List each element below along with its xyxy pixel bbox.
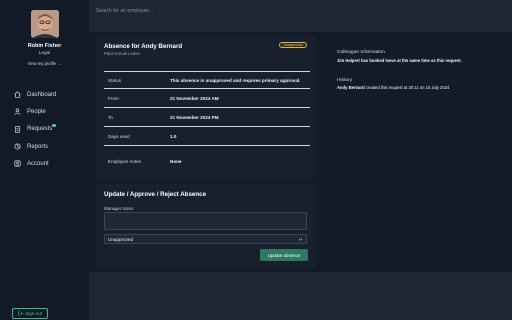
- detail-value: 1.0: [170, 134, 177, 139]
- manager-notes-field[interactable]: [104, 212, 307, 230]
- nav-label: Reports: [27, 143, 49, 150]
- history-text: Andy Bernard created this request at 20:…: [337, 85, 449, 90]
- detail-row-employee-notes: Employee notes None: [104, 152, 310, 170]
- update-absence-button[interactable]: Update absence: [260, 249, 308, 261]
- chevron-down-icon: [298, 238, 303, 241]
- manager-notes-label: Manager notes: [104, 206, 134, 211]
- nav-label: People: [27, 108, 46, 115]
- detail-value: 21 November 2024 AM: [170, 96, 219, 101]
- absence-type: Paid Annual Leave: [104, 51, 140, 56]
- nav-label: Dashboard: [27, 91, 57, 98]
- detail-row-days-used: Days used 1.0: [104, 128, 310, 146]
- absence-title: Absence for Andy Bernard: [104, 43, 183, 50]
- history-employee: Andy Bernard: [337, 85, 365, 90]
- history-title: History: [337, 78, 353, 83]
- avatar[interactable]: [31, 10, 59, 38]
- document-icon: [14, 126, 21, 133]
- sidebar: Robin Fisher Legal View my profile → Das…: [0, 0, 89, 320]
- profile-role: Legal: [38, 50, 51, 55]
- history-detail: created this request at 20:11 on 15 July…: [364, 85, 450, 90]
- nav-item-account[interactable]: Account: [14, 155, 56, 172]
- sign-out-icon: [18, 311, 23, 316]
- profile-name: Robin Fisher: [27, 43, 62, 49]
- absence-details-card: Absence for Andy Bernard Paid Annual Lea…: [96, 37, 316, 178]
- colleague-info-text: Jim Halpert has booked leave at the same…: [337, 58, 462, 63]
- sign-out-label: Sign out: [25, 311, 42, 316]
- nav-label: Requests: [27, 126, 53, 133]
- selected-value: Unapproved: [108, 236, 134, 242]
- nav-item-dashboard[interactable]: Dashboard: [14, 86, 56, 103]
- detail-row-status: Status This absence is unapproved and re…: [104, 71, 310, 89]
- reports-icon: [14, 143, 21, 150]
- update-title: Update / Approve / Reject Absence: [104, 191, 207, 198]
- detail-value: None: [170, 158, 182, 164]
- nav-item-people[interactable]: People: [14, 103, 56, 120]
- sign-out-button[interactable]: Sign out: [12, 308, 48, 319]
- detail-label: Days used: [108, 134, 130, 139]
- account-icon: [14, 160, 21, 167]
- home-icon: [14, 91, 21, 98]
- view-profile-link[interactable]: View my profile →: [0, 61, 89, 66]
- update-absence-card: Update / Approve / Reject Absence Manage…: [96, 184, 316, 267]
- detail-label: Status: [108, 77, 122, 83]
- people-icon: [14, 108, 21, 116]
- nav-item-reports[interactable]: Reports: [14, 138, 56, 155]
- notification-dot: [52, 123, 56, 128]
- status-badge: Unapproved: [279, 42, 307, 48]
- detail-value: This absence is unapproved and requires …: [170, 77, 301, 83]
- nav-item-requests[interactable]: Requests: [14, 121, 56, 138]
- employee-search-input[interactable]: [96, 6, 296, 15]
- detail-label: Employee notes: [108, 158, 141, 164]
- nav-label: Account: [27, 160, 49, 167]
- detail-label: From: [108, 96, 119, 101]
- nav-menu: Dashboard People Requests Reports Accoun…: [14, 86, 56, 172]
- detail-label: To: [108, 115, 113, 120]
- colleague-info-title: Colleague Information: [337, 50, 385, 55]
- detail-value: 21 November 2024 PM: [170, 115, 219, 120]
- detail-row-to: To 21 November 2024 PM: [104, 109, 310, 127]
- approval-status-select[interactable]: Unapproved: [104, 234, 307, 244]
- detail-row-from: From 21 November 2024 AM: [104, 90, 310, 108]
